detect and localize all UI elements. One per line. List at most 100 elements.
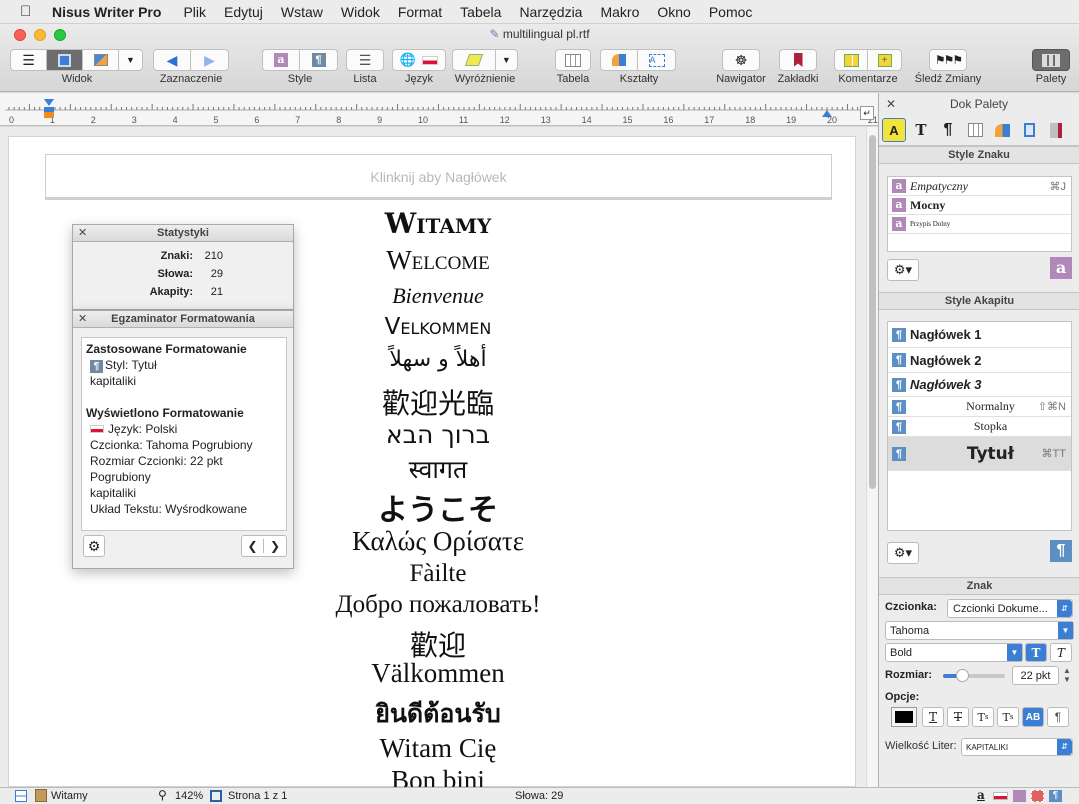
close-icon[interactable]: ✕ bbox=[886, 93, 896, 115]
para-style-naglowek-1[interactable]: ¶ Nagłówek 1 bbox=[888, 322, 1071, 348]
zoom-icon[interactable]: ⚲ bbox=[158, 788, 167, 802]
bookmarks-button[interactable] bbox=[779, 49, 817, 71]
highlight-button[interactable] bbox=[453, 50, 496, 70]
right-indent-marker[interactable] bbox=[822, 110, 832, 117]
underline-toggle[interactable]: T bbox=[922, 707, 944, 727]
inspector-title-bar[interactable]: ✕ Egzaminator Formatowania bbox=[73, 311, 293, 328]
strikethrough-toggle[interactable]: T bbox=[947, 707, 969, 727]
paragraph-tab-icon[interactable]: ¶ bbox=[936, 118, 960, 142]
bold-toggle[interactable]: T bbox=[1025, 643, 1047, 662]
close-icon[interactable]: ✕ bbox=[78, 311, 87, 328]
scroll-thumb[interactable] bbox=[869, 135, 876, 489]
vertical-scrollbar[interactable] bbox=[866, 127, 878, 787]
apple-menu-icon[interactable]:  bbox=[20, 3, 40, 20]
next-selection-button[interactable]: ▶ bbox=[191, 50, 228, 70]
page-header[interactable]: Klinknij aby Nagłówek bbox=[45, 154, 832, 200]
char-style-przypis[interactable]: a Przypis Dolny bbox=[888, 215, 1071, 234]
layout-icon[interactable] bbox=[15, 790, 27, 802]
comments-button[interactable] bbox=[835, 50, 869, 70]
highlight-dropdown-button[interactable]: ▼ bbox=[496, 50, 517, 70]
document-tab-icon[interactable] bbox=[1017, 118, 1041, 142]
char-style-indicator-icon[interactable] bbox=[1013, 790, 1026, 802]
font-collection-select[interactable]: Czcionki Dokume... ⇵ bbox=[947, 599, 1073, 618]
close-icon[interactable]: ✕ bbox=[78, 225, 87, 242]
paragraph-styles-header[interactable]: Style Akapitu bbox=[879, 292, 1079, 310]
clipboard-icon[interactable] bbox=[35, 789, 47, 802]
paragraph-style-icon[interactable]: ¶ bbox=[1049, 790, 1062, 802]
para-style-normalny[interactable]: ¶ Normalny ⇧⌘N bbox=[888, 397, 1071, 417]
text-box-button[interactable]: A bbox=[638, 50, 675, 70]
para-style-naglowek-2[interactable]: ¶ Nagłówek 2 bbox=[888, 348, 1071, 373]
menu-wstaw[interactable]: Wstaw bbox=[281, 4, 323, 20]
para-style-naglowek-3[interactable]: ¶ Nagłówek 3 bbox=[888, 373, 1071, 397]
subscript-toggle[interactable]: Ts bbox=[997, 707, 1019, 727]
inspector-settings-button[interactable]: ⚙ bbox=[83, 535, 105, 557]
app-menu[interactable]: Nisus Writer Pro bbox=[52, 4, 161, 20]
shadow-toggle[interactable]: ¶ bbox=[1047, 707, 1069, 727]
page-view-button[interactable] bbox=[47, 50, 83, 70]
text-color-well[interactable] bbox=[891, 707, 917, 727]
bookmarks-tab-icon[interactable] bbox=[1044, 118, 1068, 142]
ruler[interactable]: 0 1 2 3 4 5 6 7 8 9 10 11 12 13 14 15 16 17 18 19 20 21 ↵ bbox=[0, 93, 878, 126]
font-tab-icon[interactable]: T bbox=[909, 118, 933, 142]
character-styles-header[interactable]: Style Znaku bbox=[879, 146, 1079, 164]
case-select[interactable]: kapitaliki ⇵ bbox=[961, 738, 1073, 756]
menu-edytuj[interactable]: Edytuj bbox=[224, 4, 263, 20]
track-changes-button[interactable]: ⚑⚑⚑ bbox=[929, 49, 967, 71]
first-line-indent-marker[interactable] bbox=[44, 99, 54, 106]
menu-narzedzia[interactable]: Narzędzia bbox=[519, 4, 582, 20]
znak-header[interactable]: Znak bbox=[879, 577, 1079, 595]
statistics-title-bar[interactable]: ✕ Statystyki bbox=[73, 225, 293, 242]
font-size-slider-knob[interactable] bbox=[955, 669, 969, 682]
new-character-style-icon[interactable]: a bbox=[1050, 257, 1072, 279]
menu-pomoc[interactable]: Pomoc bbox=[709, 4, 753, 20]
char-style-mocny[interactable]: a Mocny bbox=[888, 196, 1071, 215]
menu-makro[interactable]: Makro bbox=[600, 4, 639, 20]
char-style-empatyczny[interactable]: a Empatyczny ⌘J bbox=[888, 177, 1071, 196]
previous-button[interactable]: ❮ bbox=[242, 539, 265, 553]
navigator-button[interactable]: ☸ bbox=[722, 49, 760, 71]
view-dropdown-button[interactable]: ▼ bbox=[119, 50, 142, 70]
character-styles-gear-button[interactable]: ⚙▾ bbox=[887, 259, 919, 281]
font-name-select[interactable]: Tahoma ▼ bbox=[885, 621, 1074, 640]
paragraph-styles-button[interactable]: ¶ bbox=[300, 50, 337, 70]
tab-type-icon[interactable]: ↵ bbox=[860, 106, 874, 120]
current-style[interactable]: Witamy bbox=[51, 790, 88, 802]
palettes-button[interactable] bbox=[1032, 49, 1070, 71]
menu-okno[interactable]: Okno bbox=[657, 4, 690, 20]
page-indicator[interactable]: Strona 1 z 1 bbox=[228, 790, 287, 802]
zoom-level[interactable]: 142% bbox=[175, 790, 203, 802]
font-size-slider[interactable] bbox=[943, 669, 1005, 682]
previous-selection-button[interactable]: ◀ bbox=[154, 50, 192, 70]
word-count[interactable]: Słowa: 29 bbox=[515, 790, 563, 802]
font-size-input[interactable]: 22 pkt bbox=[1012, 666, 1059, 685]
character-attributes-tab-icon[interactable]: A bbox=[882, 118, 906, 142]
font-style-select[interactable]: Bold ▼ bbox=[885, 643, 1023, 662]
menu-tabela[interactable]: Tabela bbox=[460, 4, 501, 20]
menu-format[interactable]: Format bbox=[398, 4, 442, 20]
list-button[interactable]: ☰ bbox=[346, 49, 384, 71]
paragraph-styles-gear-button[interactable]: ⚙▾ bbox=[887, 542, 919, 564]
para-style-tytul[interactable]: ¶ Tytuł ⌘TT bbox=[888, 437, 1071, 471]
table-button[interactable] bbox=[555, 49, 591, 71]
sidebar-toggle-button[interactable]: ☰ bbox=[11, 50, 47, 70]
next-button[interactable]: ❯ bbox=[264, 539, 286, 553]
small-caps-toggle[interactable]: AB bbox=[1022, 707, 1044, 727]
language-button[interactable]: 🌐 bbox=[392, 49, 446, 71]
shapes-tab-icon[interactable] bbox=[990, 118, 1014, 142]
character-styles-button[interactable]: a bbox=[263, 50, 301, 70]
shapes-button[interactable] bbox=[601, 50, 639, 70]
new-paragraph-style-icon[interactable]: ¶ bbox=[1050, 540, 1072, 562]
table-tab-icon[interactable] bbox=[963, 118, 987, 142]
menu-plik[interactable]: Plik bbox=[183, 4, 206, 20]
highlight-indicator-icon[interactable] bbox=[1031, 790, 1044, 802]
para-style-stopka[interactable]: ¶ Stopka bbox=[888, 417, 1071, 437]
superscript-toggle[interactable]: Ts bbox=[972, 707, 994, 727]
italic-toggle[interactable]: T bbox=[1050, 643, 1072, 662]
draft-view-button[interactable] bbox=[83, 50, 119, 70]
font-size-stepper-icon[interactable]: ▲ ▼ bbox=[1062, 666, 1072, 685]
add-comment-button[interactable]: + bbox=[868, 50, 901, 70]
character-style-icon[interactable]: a bbox=[977, 788, 985, 802]
polish-flag-icon[interactable] bbox=[993, 792, 1008, 800]
menu-widok[interactable]: Widok bbox=[341, 4, 380, 20]
